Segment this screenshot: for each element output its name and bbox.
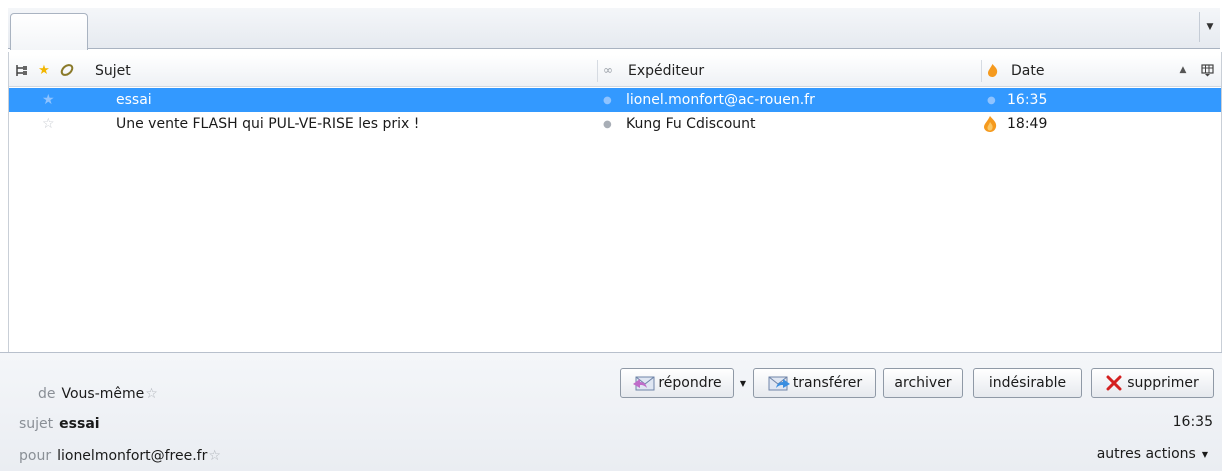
chevron-down-icon: ▼ [739, 378, 747, 388]
message-row[interactable]: ☆ Une vente FLASH qui PUL-VE-RISE les pr… [9, 112, 1221, 136]
more-actions-button[interactable]: autres actions ▼ [1097, 446, 1208, 462]
tab-bar: ▼ [8, 8, 1220, 50]
archive-label: archiver [894, 375, 952, 391]
archive-button[interactable]: archiver [883, 368, 963, 398]
delete-label: supprimer [1127, 375, 1199, 391]
delete-button[interactable]: supprimer [1091, 368, 1214, 398]
delete-x-icon [1106, 375, 1122, 391]
read-status-icon[interactable]: ● [603, 88, 612, 112]
star-outline-icon[interactable]: ☆ [208, 448, 221, 464]
junk-flame-icon[interactable] [984, 62, 1000, 78]
reply-icon [633, 376, 655, 391]
column-date-label: Date [1011, 62, 1045, 79]
message-subject: Une vente FLASH qui PUL-VE-RISE les prix… [116, 116, 420, 132]
junk-flame-icon[interactable] [982, 112, 998, 136]
subject-label: sujet [19, 416, 54, 432]
reply-dropdown-button[interactable]: ▼ [736, 368, 750, 398]
forward-icon [768, 376, 790, 391]
message-sender: Kung Fu Cdiscount [626, 116, 756, 132]
column-separator [597, 60, 598, 82]
star-icon[interactable]: ★ [36, 62, 52, 78]
from-label: de [38, 386, 56, 402]
column-separator [981, 60, 982, 82]
attachment-icon[interactable] [59, 62, 75, 78]
subject-value: essai [59, 416, 100, 432]
junk-button[interactable]: indésirable [973, 368, 1082, 398]
tab-inbox[interactable] [10, 13, 88, 50]
star-icon[interactable]: ★ [42, 88, 55, 112]
read-status-icon[interactable]: ∞ [600, 62, 616, 78]
column-subject-label: Sujet [95, 62, 131, 79]
message-date: 16:35 [1007, 92, 1048, 108]
sort-ascending-icon[interactable]: ▲ [1175, 62, 1191, 78]
chevron-down-icon: ▼ [1206, 22, 1214, 32]
message-subject: essai [116, 92, 152, 108]
reply-label: répondre [658, 375, 722, 391]
chevron-down-icon: ▼ [1201, 449, 1208, 459]
tab-list-dropdown-button[interactable]: ▼ [1199, 12, 1220, 42]
to-label: pour [19, 448, 52, 464]
star-outline-icon[interactable]: ☆ [42, 112, 55, 136]
junk-label: indésirable [988, 375, 1067, 391]
column-header-bar: ★ Sujet ∞ Expéditeur Date ▲ [9, 55, 1221, 87]
forward-label: transférer [792, 375, 863, 391]
subject-field: sujet essai [19, 414, 100, 434]
thread-pane: ★ Sujet ∞ Expéditeur Date ▲ ★ essai ● li… [8, 52, 1222, 352]
column-subject[interactable]: Sujet [95, 55, 131, 86]
reply-button[interactable]: répondre [620, 368, 734, 398]
column-picker-icon[interactable] [1199, 62, 1215, 78]
column-sender[interactable]: Expéditeur [628, 55, 704, 86]
column-sender-label: Expéditeur [628, 62, 705, 79]
more-actions-label: autres actions [1096, 446, 1196, 462]
message-row[interactable]: ★ essai ● lionel.monfort@ac-rouen.fr ● 1… [9, 88, 1221, 112]
from-field: de Vous-même ☆ [38, 384, 158, 404]
to-value[interactable]: lionelmonfort@free.fr [57, 448, 207, 464]
message-date: 18:49 [1007, 116, 1048, 132]
thread-icon[interactable] [13, 62, 29, 78]
star-outline-icon[interactable]: ☆ [145, 386, 158, 402]
read-status-icon[interactable]: ● [603, 112, 612, 136]
message-sender: lionel.monfort@ac-rouen.fr [626, 92, 815, 108]
from-value[interactable]: Vous-même [62, 386, 145, 402]
to-field: pour lionelmonfort@free.fr ☆ [19, 446, 221, 466]
junk-status-icon[interactable]: ● [987, 88, 996, 112]
forward-button[interactable]: transférer [753, 368, 876, 398]
column-date[interactable]: Date [1011, 55, 1044, 86]
message-time: 16:35 [1172, 414, 1213, 430]
